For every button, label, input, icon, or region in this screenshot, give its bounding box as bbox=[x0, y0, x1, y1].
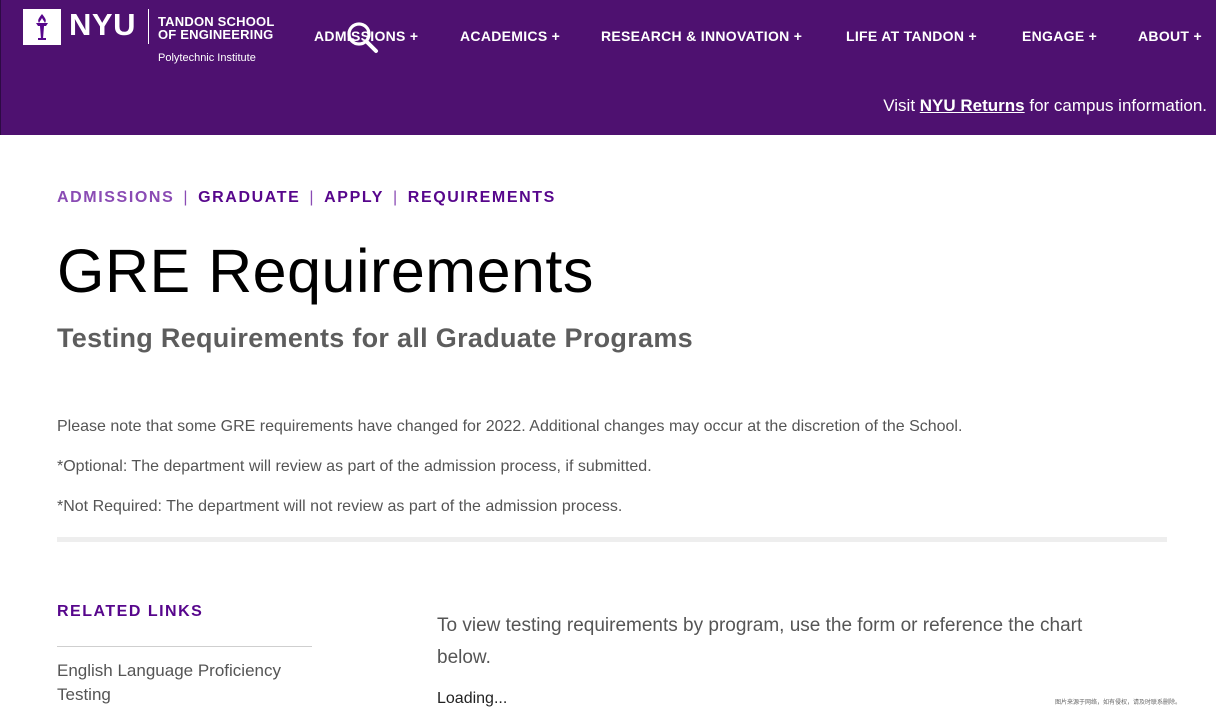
nav-life-at-tandon[interactable]: LIFE AT TANDON + bbox=[846, 28, 977, 44]
breadcrumb-admissions[interactable]: ADMISSIONS bbox=[57, 189, 174, 206]
english-proficiency-link[interactable]: English Language Proficiency Testing bbox=[57, 659, 317, 707]
optional-note: *Optional: The department will review as… bbox=[57, 458, 652, 475]
search-icon[interactable] bbox=[345, 20, 379, 54]
site-header: NYU TANDON SCHOOL OF ENGINEERING Polytec… bbox=[0, 0, 1216, 135]
breadcrumb-separator: | bbox=[183, 189, 190, 206]
watermark-text: 图片来源于网络，如有侵权，请及时联系删除。 bbox=[1055, 700, 1182, 706]
breadcrumb-graduate[interactable]: GRADUATE bbox=[198, 189, 300, 206]
nyu-returns-link[interactable]: NYU Returns bbox=[920, 96, 1025, 115]
page-title: GRE Requirements bbox=[57, 237, 594, 305]
campus-notice: Visit NYU Returns for campus information… bbox=[883, 96, 1207, 116]
related-links-title: RELATED LINKS bbox=[57, 603, 204, 620]
loading-indicator: Loading... bbox=[437, 690, 508, 707]
notice-prefix: Visit bbox=[883, 96, 920, 115]
nav-engage[interactable]: ENGAGE + bbox=[1022, 28, 1097, 44]
breadcrumb-apply[interactable]: APPLY bbox=[324, 189, 384, 206]
program-requirements-intro: To view testing requirements by program,… bbox=[437, 615, 1083, 668]
nav-research-innovation[interactable]: RESEARCH & INNOVATION + bbox=[601, 28, 802, 44]
notice-suffix: for campus information. bbox=[1024, 96, 1207, 115]
not-required-note: *Not Required: The department will not r… bbox=[57, 498, 623, 515]
breadcrumb-separator: | bbox=[393, 189, 399, 206]
page-subtitle: Testing Requirements for all Graduate Pr… bbox=[57, 323, 693, 353]
nav-about[interactable]: ABOUT + bbox=[1138, 28, 1202, 44]
breadcrumb-separator: | bbox=[309, 189, 316, 206]
section-divider bbox=[57, 537, 1167, 542]
nav-academics[interactable]: ACADEMICS + bbox=[460, 28, 560, 44]
breadcrumb-requirements[interactable]: REQUIREMENTS bbox=[408, 189, 556, 206]
gre-change-note: Please note that some GRE requirements h… bbox=[57, 418, 963, 435]
main-nav: ADMISSIONS + ACADEMICS + RESEARCH & INNO… bbox=[1, 28, 1216, 46]
related-links-divider bbox=[57, 646, 312, 647]
breadcrumb: ADMISSIONS | GRADUATE | APPLY | REQUIREMENTS bbox=[57, 189, 556, 207]
school-subtitle: Polytechnic Institute bbox=[158, 52, 256, 64]
